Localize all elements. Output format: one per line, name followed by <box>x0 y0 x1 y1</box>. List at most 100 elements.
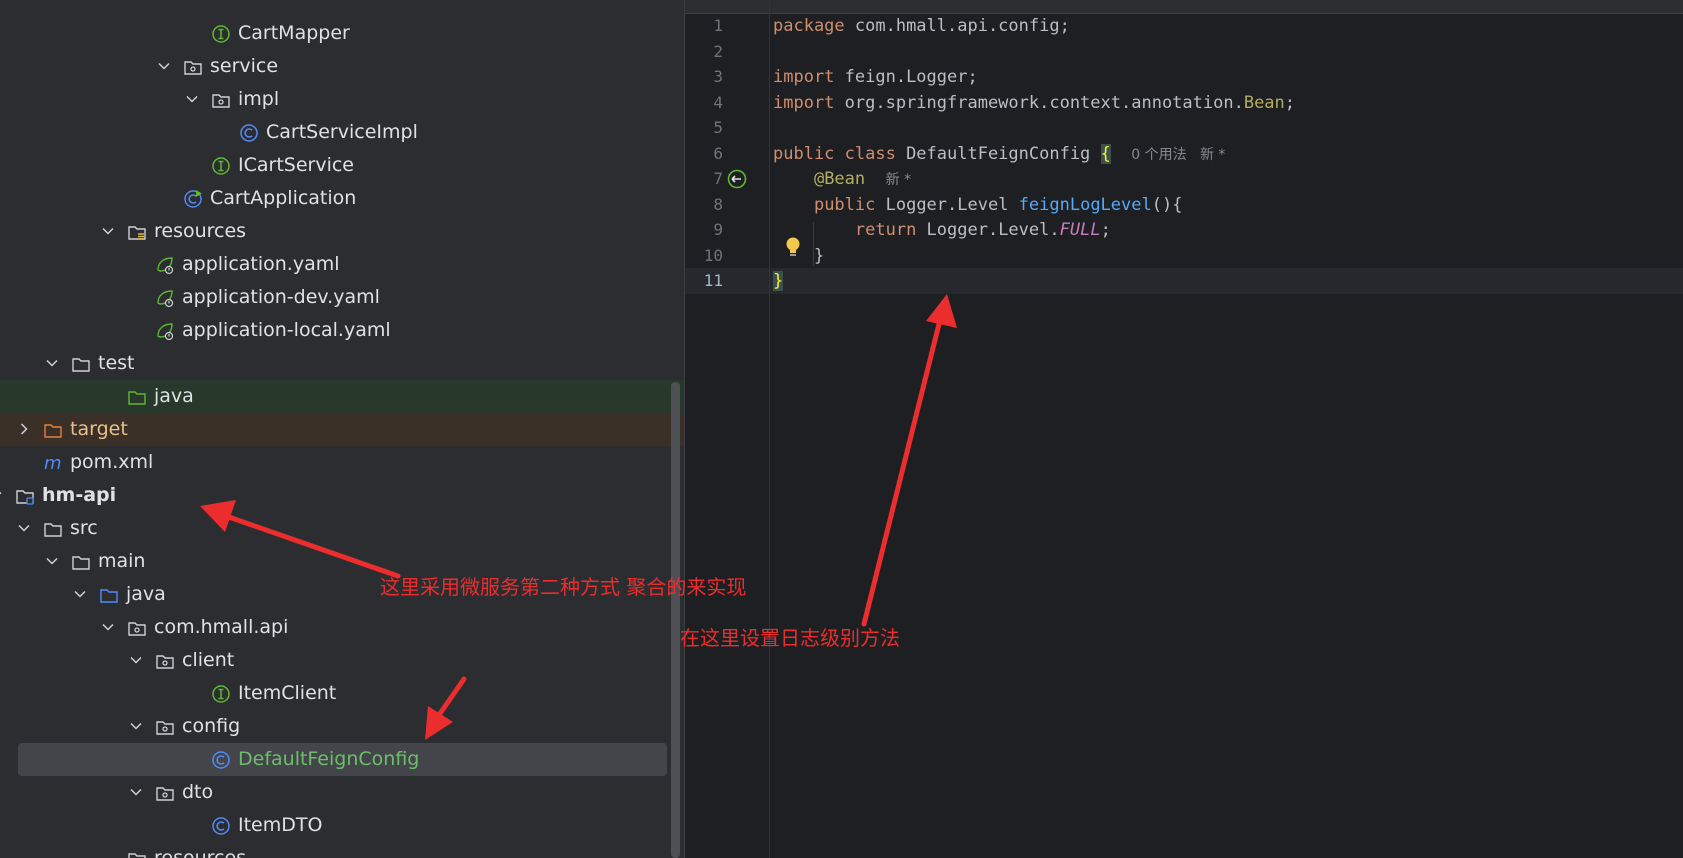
tree-row-label: hm-api <box>42 484 117 506</box>
chevron-down-icon[interactable] <box>0 488 3 502</box>
tree-row[interactable]: service <box>0 50 684 83</box>
class-icon <box>212 751 230 769</box>
project-tree-scrollbar[interactable] <box>671 382 680 858</box>
spring-yaml-icon <box>157 323 174 341</box>
interface-icon <box>212 157 230 175</box>
code-line[interactable]: import org.springframework.context.annot… <box>773 93 1295 113</box>
tree-row-label: dto <box>182 781 214 803</box>
code-line[interactable]: import feign.Logger; <box>773 67 978 87</box>
tree-row-label: DefaultFeignConfig <box>238 748 420 770</box>
line-number: 5 <box>713 118 723 137</box>
tree-row-label: CartMapper <box>238 22 350 44</box>
maven-icon: m <box>44 453 62 473</box>
code-editor[interactable]: 1 2 3 4 5 6 7 8 9 10 11 package com.hmal… <box>685 0 1683 858</box>
chevron-down-icon[interactable] <box>129 719 143 733</box>
class-icon <box>212 817 230 835</box>
tree-row[interactable]: src <box>0 512 684 545</box>
tree-row[interactable]: DefaultFeignConfig <box>18 743 667 776</box>
tree-row[interactable]: application-dev.yaml <box>0 281 684 314</box>
author-inlay-hint: 新 * <box>885 172 912 188</box>
tree-row-label: main <box>98 550 146 572</box>
interface-icon <box>212 685 230 703</box>
tree-row[interactable]: application.yaml <box>0 248 684 281</box>
chevron-down-icon[interactable] <box>101 224 115 238</box>
tree-row[interactable]: CartApplication <box>0 182 684 215</box>
code-line[interactable]: } <box>773 271 784 291</box>
chevron-down-icon[interactable] <box>185 92 199 106</box>
tree-row-label: com.hmall.api <box>154 616 289 638</box>
tree-row[interactable]: CartMapper <box>0 17 684 50</box>
line-number: 1 <box>713 16 723 35</box>
chevron-right-icon[interactable] <box>17 422 31 436</box>
code-line[interactable]: package com.hmall.api.config; <box>773 16 1070 36</box>
chevron-down-icon[interactable] <box>45 554 59 568</box>
tree-row[interactable]: test <box>0 347 684 380</box>
note-log-level: 在这里设置日志级别方法 <box>680 626 900 650</box>
tree-row[interactable]: resources <box>0 215 684 248</box>
tree-row-label: resources <box>154 220 247 242</box>
tree-row[interactable]: config <box>0 710 684 743</box>
tree-row-label: java <box>154 385 194 407</box>
excluded-folder-icon <box>44 424 62 438</box>
tree-row-label: config <box>182 715 241 737</box>
folder-icon <box>44 523 62 537</box>
tree-row[interactable]: ItemDTO <box>0 809 684 842</box>
tree-row-label: resources <box>154 847 247 858</box>
tree-row-label: ItemDTO <box>238 814 323 836</box>
tree-row[interactable]: hm-api <box>0 479 684 512</box>
tree-row-label: application-local.yaml <box>182 319 391 341</box>
chevron-down-icon[interactable] <box>73 587 87 601</box>
current-line-highlight <box>685 268 1683 294</box>
tree-row[interactable]: target <box>0 413 684 446</box>
tree-row-label: ICartService <box>238 154 354 176</box>
tree-row[interactable]: resources <box>0 842 684 858</box>
tree-row-label: test <box>98 352 135 374</box>
tree-row[interactable]: application-local.yaml <box>0 314 684 347</box>
class-icon <box>240 124 258 142</box>
tree-row-label: service <box>210 55 279 77</box>
line-number: 8 <box>713 195 723 214</box>
code-line[interactable]: public class DefaultFeignConfig { 0 个用法 … <box>773 144 1225 164</box>
spring-yaml-icon <box>157 257 174 275</box>
tree-row[interactable]: ICartService <box>0 149 684 182</box>
package-icon <box>128 622 146 636</box>
tree-row[interactable]: dto <box>0 776 684 809</box>
test-source-folder-icon <box>128 391 146 405</box>
chevron-down-icon[interactable] <box>101 620 115 634</box>
chevron-down-icon[interactable] <box>129 653 143 667</box>
tree-row-label: application-dev.yaml <box>182 286 380 308</box>
resources-folder-icon <box>128 226 146 240</box>
line-number: 3 <box>713 67 723 86</box>
chevron-down-icon[interactable] <box>17 521 31 535</box>
chevron-down-icon[interactable] <box>157 59 171 73</box>
code-line[interactable]: @Bean 新 * <box>773 169 911 189</box>
code-line[interactable]: } <box>773 246 824 266</box>
interface-icon <box>212 25 230 43</box>
note-aggregation: 这里采用微服务第二种方式 聚合的来实现 <box>380 575 747 599</box>
package-icon <box>212 94 230 108</box>
svg-text:m: m <box>44 453 62 473</box>
tree-row[interactable]: m pom.xml <box>0 446 684 479</box>
chevron-down-icon[interactable] <box>45 356 59 370</box>
chevron-down-icon[interactable] <box>129 785 143 799</box>
tree-row[interactable]: com.hmall.api <box>0 611 684 644</box>
tree-row-label: impl <box>238 88 280 110</box>
code-line[interactable]: return Logger.Level.FULL; <box>773 220 1111 240</box>
tree-row[interactable]: ItemClient <box>0 677 684 710</box>
tree-row-label: pom.xml <box>70 451 154 473</box>
line-number: 9 <box>713 220 723 239</box>
editor-tab-strip <box>685 0 1683 14</box>
folder-icon <box>72 358 90 372</box>
line-number: 11 <box>703 271 723 290</box>
line-number: 6 <box>713 144 723 163</box>
tree-row-label: src <box>70 517 98 539</box>
line-number: 4 <box>713 93 723 112</box>
code-line[interactable]: public Logger.Level feignLogLevel(){ <box>773 195 1183 215</box>
bean-gutter-icon[interactable] <box>726 168 748 190</box>
tree-row[interactable]: client <box>0 644 684 677</box>
tree-row[interactable]: CartServiceImpl <box>0 116 684 149</box>
line-number: 10 <box>703 246 723 265</box>
tree-row[interactable]: impl <box>0 83 684 116</box>
tree-row-label: CartServiceImpl <box>266 121 418 143</box>
tree-row[interactable]: java <box>0 380 684 413</box>
